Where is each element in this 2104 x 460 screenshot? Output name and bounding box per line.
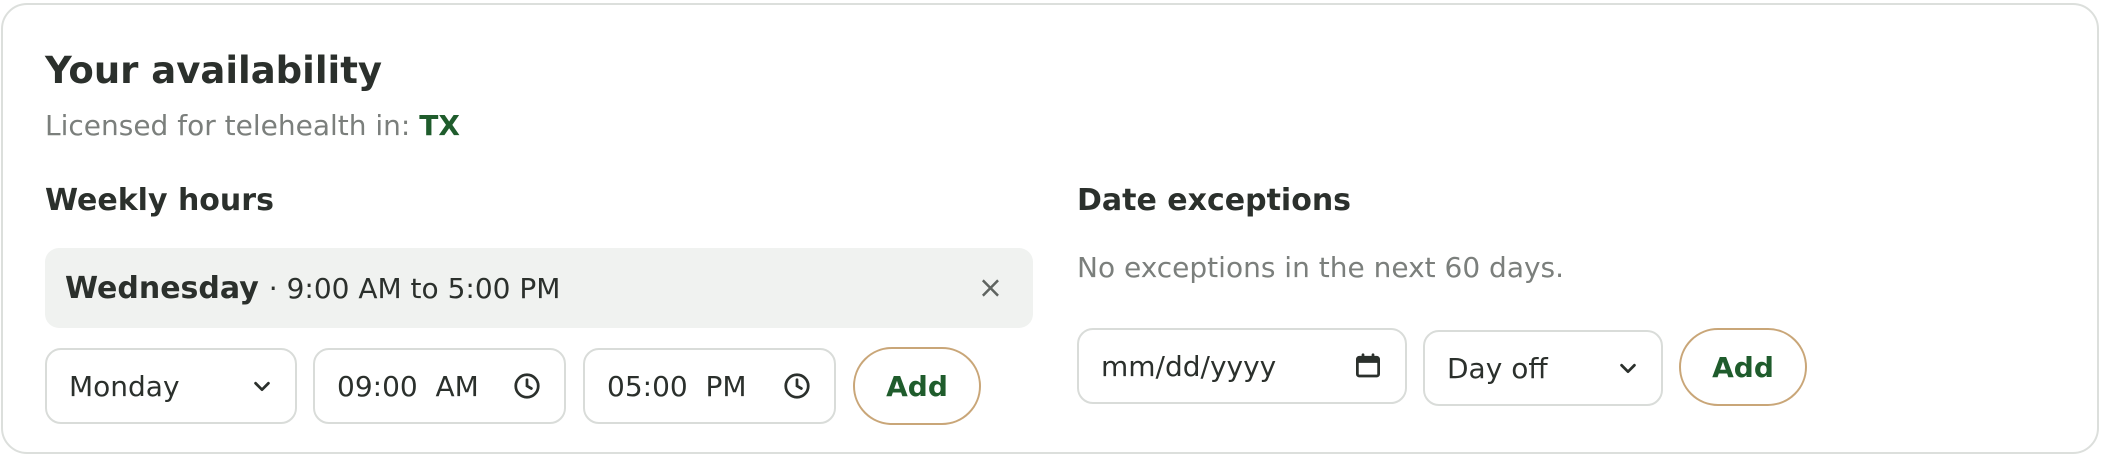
calendar-icon[interactable] bbox=[1353, 351, 1383, 381]
day-select-value: Monday bbox=[69, 369, 180, 403]
start-time-input[interactable]: 09:00 AM bbox=[313, 348, 566, 424]
entry-time-range: · 9:00 AM to 5:00 PM bbox=[268, 271, 561, 305]
chevron-down-icon bbox=[254, 381, 270, 392]
clock-icon[interactable] bbox=[782, 371, 812, 401]
exception-type-select[interactable]: Day off bbox=[1423, 330, 1663, 406]
page-title: Your availability bbox=[45, 49, 383, 92]
exceptions-empty-message: No exceptions in the next 60 days. bbox=[1077, 251, 1565, 284]
license-state: TX bbox=[419, 109, 460, 142]
add-weekly-hours-button[interactable]: Add bbox=[853, 347, 981, 425]
weekly-hours-entry: Wednesday · 9:00 AM to 5:00 PM × bbox=[45, 248, 1033, 328]
end-time-input[interactable]: 05:00 PM bbox=[583, 348, 836, 424]
day-select[interactable]: Monday bbox=[45, 348, 297, 424]
date-exceptions-heading: Date exceptions bbox=[1077, 183, 1352, 218]
license-prefix: Licensed for telehealth in: bbox=[45, 109, 420, 142]
exception-type-value: Day off bbox=[1447, 351, 1548, 385]
add-exception-button[interactable]: Add bbox=[1679, 328, 1807, 406]
clock-icon[interactable] bbox=[512, 371, 542, 401]
weekly-hours-heading: Weekly hours bbox=[45, 183, 274, 218]
entry-day: Wednesday bbox=[65, 270, 259, 306]
chevron-down-icon bbox=[1620, 363, 1636, 374]
start-time-value: 09:00 AM bbox=[337, 369, 479, 403]
date-placeholder: mm/dd/yyyy bbox=[1101, 349, 1277, 383]
exception-date-input[interactable]: mm/dd/yyyy bbox=[1077, 328, 1407, 404]
end-time-value: 05:00 PM bbox=[607, 369, 747, 403]
remove-entry-close-icon[interactable]: × bbox=[978, 271, 1003, 306]
availability-card: Your availability Licensed for telehealt… bbox=[1, 3, 2099, 454]
license-info: Licensed for telehealth in: TX bbox=[45, 109, 460, 142]
